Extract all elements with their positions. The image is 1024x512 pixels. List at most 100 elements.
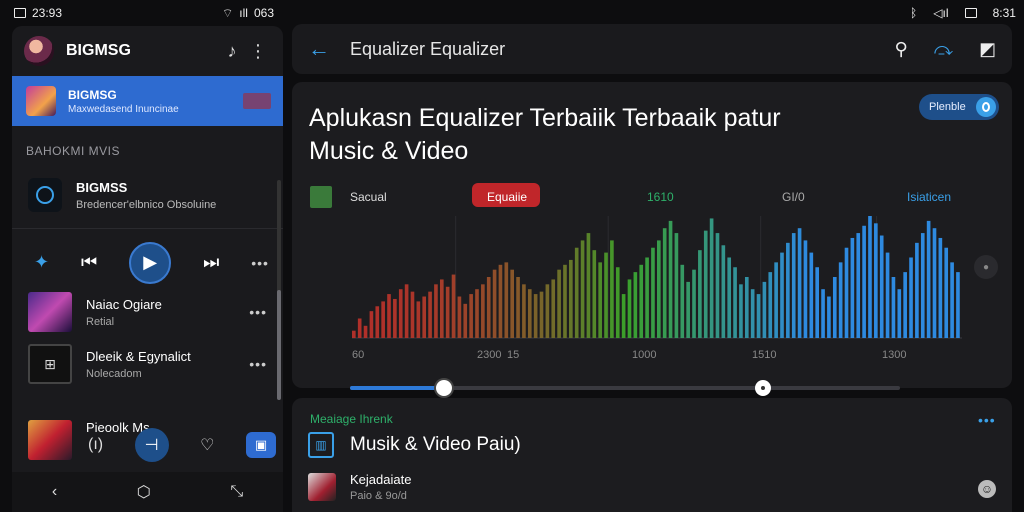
album-cover [308,473,336,501]
eq-bar [492,269,497,338]
bottom-card-title: Musik & Video Paiu) [350,434,521,455]
eq-bar [410,291,415,338]
eq-bar [874,223,878,338]
enable-toggle[interactable]: Plenble [919,94,999,120]
list-item[interactable]: Naiac Ogiare Retial ••• [12,286,283,338]
eq-bar [498,264,503,338]
eq-bar [580,240,585,338]
eq-bar [445,286,450,338]
highlight-badge [243,93,271,109]
eq-bar [592,250,597,338]
eq-bar [838,262,843,338]
eq-bar [844,247,849,338]
eq-bar [850,237,855,338]
more-horizontal-icon[interactable]: ••• [251,255,269,271]
eq-bar [404,284,409,338]
toggle-label: Plenble [929,101,966,113]
eq-bar [615,267,620,338]
eq-bar [956,272,960,338]
eq-bar [357,318,362,338]
mini-player-actions: (ı) ⊣ ♡ ▣ [88,428,276,462]
eq-bar [856,233,861,338]
eq-bar [645,257,649,338]
now-playing[interactable]: BIGMSS Bredencer'elbnico Obsoluine [12,170,283,220]
x-tick-label: 1000 [632,349,656,361]
pin-icon[interactable]: ● [974,255,998,279]
bottom-card-tag: Meaiage Ihrenk [310,412,393,426]
eq-bar [662,228,667,338]
album-cover: ⊞ [28,344,72,384]
emoji-icon[interactable]: ☺ [978,480,996,498]
eq-bar [686,281,690,338]
music-note-icon[interactable]: ♪ [219,38,245,64]
more-horizontal-icon[interactable]: ••• [249,356,267,372]
back-nav-icon[interactable]: ‹ [52,483,57,501]
x-tick-label: 15 [507,349,519,361]
search-icon[interactable]: ⚲ [895,39,908,60]
home-nav-icon[interactable]: ⬡ [137,482,151,502]
eq-bar [821,289,825,338]
heart-icon[interactable]: ♡ [200,435,214,455]
eq-bar [551,279,556,338]
left-header: BIGMSG ♪ ⋮ [12,26,283,76]
equalizer-icon: ▥ [308,432,334,458]
eq-bar [393,298,397,338]
eq-bar [504,262,509,338]
wifi-icon: ⌔ [222,5,234,20]
eq-bar [815,267,820,338]
recents-nav-icon[interactable]: ⤡ [230,483,243,501]
share-icon[interactable]: ◩ [979,39,996,60]
volume-icon: ◁ıl [933,6,949,20]
highlighted-list-item[interactable]: BIGMSG Maxwedasend Inuncinae [12,76,283,126]
more-horizontal-icon[interactable]: ••• [249,304,267,320]
highlight-thumbnail [26,86,56,116]
x-tick-label: 60 [352,349,364,361]
playlist-icon[interactable]: ▣ [246,432,276,458]
status-bar-right: ᛒ ◁ıl 8:31 [910,0,1016,26]
eq-bar [610,240,614,338]
eq-bar [657,240,661,338]
eq-bar [786,242,790,338]
slider-thumb-secondary[interactable] [754,380,771,396]
eq-bar [639,264,644,338]
eq-bar [803,240,808,338]
battery-icon [964,8,977,18]
more-vertical-icon[interactable]: ⋮ [245,38,271,64]
list-item[interactable]: Kejadaiate Paio & 9o/d [308,472,411,502]
eq-bar [950,262,954,338]
eq-bar [932,228,937,338]
scrollbar[interactable] [277,180,281,400]
cast-icon[interactable]: ⤼ [934,39,953,60]
eq-bar [827,296,831,338]
eq-bar [563,264,567,338]
eq-bar [569,259,573,338]
eq-bar [774,262,778,338]
star-icon[interactable]: ✦ [34,252,49,273]
eq-bar [920,233,925,338]
left-pane: BIGMSG ♪ ⋮ BIGMSG Maxwedasend Inuncinae … [12,26,283,472]
timer-icon[interactable]: (ı) [88,436,103,454]
eq-bar [486,277,491,338]
eq-bar [369,311,374,338]
play-button[interactable]: ▶ [129,241,172,284]
eq-bar [621,294,626,338]
equalizer-button[interactable]: ⊣ [134,428,169,462]
next-icon[interactable]: ⏭ [203,252,219,273]
list-item[interactable]: ⊞ Dleeik & Egynalict Nolecadom ••• [12,338,283,390]
eq-bar [516,277,520,338]
top-bar: ← Equalizer Equalizer ⚲ ⤼ ◩ [292,24,1012,74]
eq-bar [709,218,714,338]
eq-bar [733,267,737,338]
power-icon [28,178,62,212]
highlight-title: BIGMSG [68,87,117,102]
back-arrow-icon[interactable]: ← [308,36,338,62]
more-horizontal-icon[interactable]: ••• [978,412,996,428]
avatar[interactable] [24,36,54,66]
previous-icon[interactable]: ⏮ [81,252,97,273]
slider-thumb[interactable] [433,378,454,398]
x-tick-label: 1300 [882,349,906,361]
bottom-card: Meaiage Ihrenk ••• ▥ Musik & Video Paiu)… [292,398,1012,512]
eq-bar [768,272,773,338]
list-item-subtitle: Paio & 9o/d [350,490,407,502]
eq-bar [651,247,655,338]
